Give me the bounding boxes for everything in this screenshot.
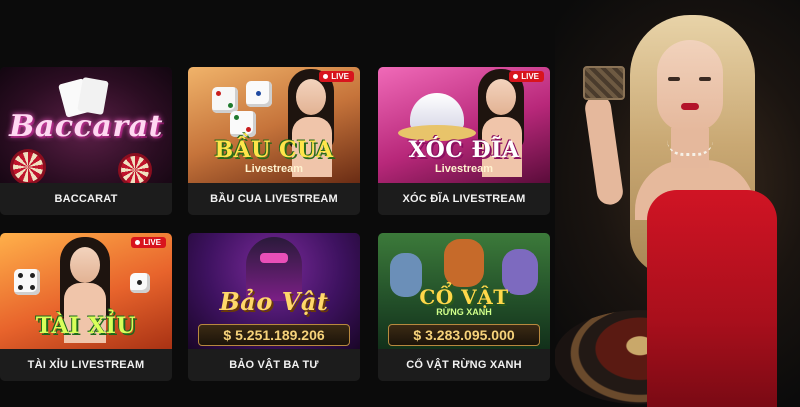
live-dot-icon <box>323 74 329 79</box>
live-badge: LIVE <box>131 237 166 248</box>
jackpot-amount: 5.251.189.206 <box>235 327 325 343</box>
game-caption[interactable]: TÀI XỈU LIVESTREAM <box>0 349 172 381</box>
thumb-title: XÓC ĐĨA <box>408 137 520 163</box>
playing-cards-icon <box>583 66 625 100</box>
game-thumbnail[interactable]: LIVE TÀI XỈU <box>0 233 172 349</box>
host-avatar <box>296 79 326 115</box>
game-caption[interactable]: XÓC ĐĨA LIVESTREAM <box>378 183 550 215</box>
host-avatar <box>70 247 100 283</box>
live-badge: LIVE <box>509 71 544 82</box>
red-dress <box>647 190 777 407</box>
thumb-subtitle: Livestream <box>244 163 304 175</box>
hero-banner-dealer <box>555 0 800 407</box>
game-caption[interactable]: BẦU CUA LIVESTREAM <box>188 183 360 215</box>
thumb-title: CỔ VẬT <box>419 285 509 309</box>
chip-icon <box>10 149 46 183</box>
jackpot-counter: $ 3.283.095.000 <box>388 324 540 346</box>
dice-icon <box>230 111 256 137</box>
game-caption[interactable]: BACCARAT <box>0 183 172 215</box>
thumb-subtitle: RỪNG XANH <box>436 307 492 317</box>
dice-icon <box>212 87 238 113</box>
jackpot-counter: $ 5.251.189.206 <box>198 324 350 346</box>
game-tile-co-vat-rung-xanh[interactable]: CỔ VẬT RỪNG XANH $ 3.283.095.000 CỔ VẬT … <box>378 233 550 381</box>
game-tile-tai-xiu[interactable]: LIVE TÀI XỈU TÀI XỈU LIVESTREAM <box>0 233 172 381</box>
game-tile-baccarat[interactable]: Baccarat BACCARAT <box>0 67 172 215</box>
chip-icon <box>118 153 152 183</box>
game-thumbnail[interactable]: Baccarat <box>0 67 172 183</box>
dice-icon <box>246 81 272 107</box>
bowl-icon <box>410 93 464 129</box>
thumb-title: Bảo Vật <box>219 287 329 316</box>
character-figure <box>444 239 484 287</box>
thumb-subtitle: Livestream <box>434 163 494 175</box>
game-tile-xoc-dia[interactable]: LIVE XÓC ĐĨA Livestream XÓC ĐĨA LIVESTRE… <box>378 67 550 215</box>
game-thumbnail[interactable]: LIVE XÓC ĐĨA Livestream <box>378 67 550 183</box>
game-tile-bao-vat-ba-tu[interactable]: Bảo Vật $ 5.251.189.206 BẢO VẬT BA TƯ <box>188 233 360 381</box>
jackpot-amount: 3.283.095.000 <box>425 327 515 343</box>
game-thumbnail[interactable]: Bảo Vật $ 5.251.189.206 <box>188 233 360 349</box>
thumb-title: BẦU CUA <box>214 137 334 163</box>
game-thumbnail[interactable]: LIVE BẦU CUA Livestream <box>188 67 360 183</box>
currency-symbol: $ <box>223 327 232 343</box>
dice-icon <box>130 273 150 293</box>
dice-icon <box>14 269 40 295</box>
live-dot-icon <box>513 74 519 79</box>
live-dot-icon <box>135 240 141 245</box>
thumb-title: Baccarat <box>9 109 163 144</box>
game-tile-bau-cua[interactable]: LIVE BẦU CUA Livestream BẦU CUA LIVESTRE… <box>188 67 360 215</box>
game-caption[interactable]: BẢO VẬT BA TƯ <box>188 349 360 381</box>
currency-symbol: $ <box>413 327 422 343</box>
thumb-title: TÀI XỈU <box>35 313 137 339</box>
game-thumbnail[interactable]: CỔ VẬT RỪNG XANH $ 3.283.095.000 <box>378 233 550 349</box>
host-avatar <box>486 79 516 115</box>
live-badge: LIVE <box>319 71 354 82</box>
game-caption[interactable]: CỔ VẬT RỪNG XANH <box>378 349 550 381</box>
dealer-face <box>657 40 723 132</box>
